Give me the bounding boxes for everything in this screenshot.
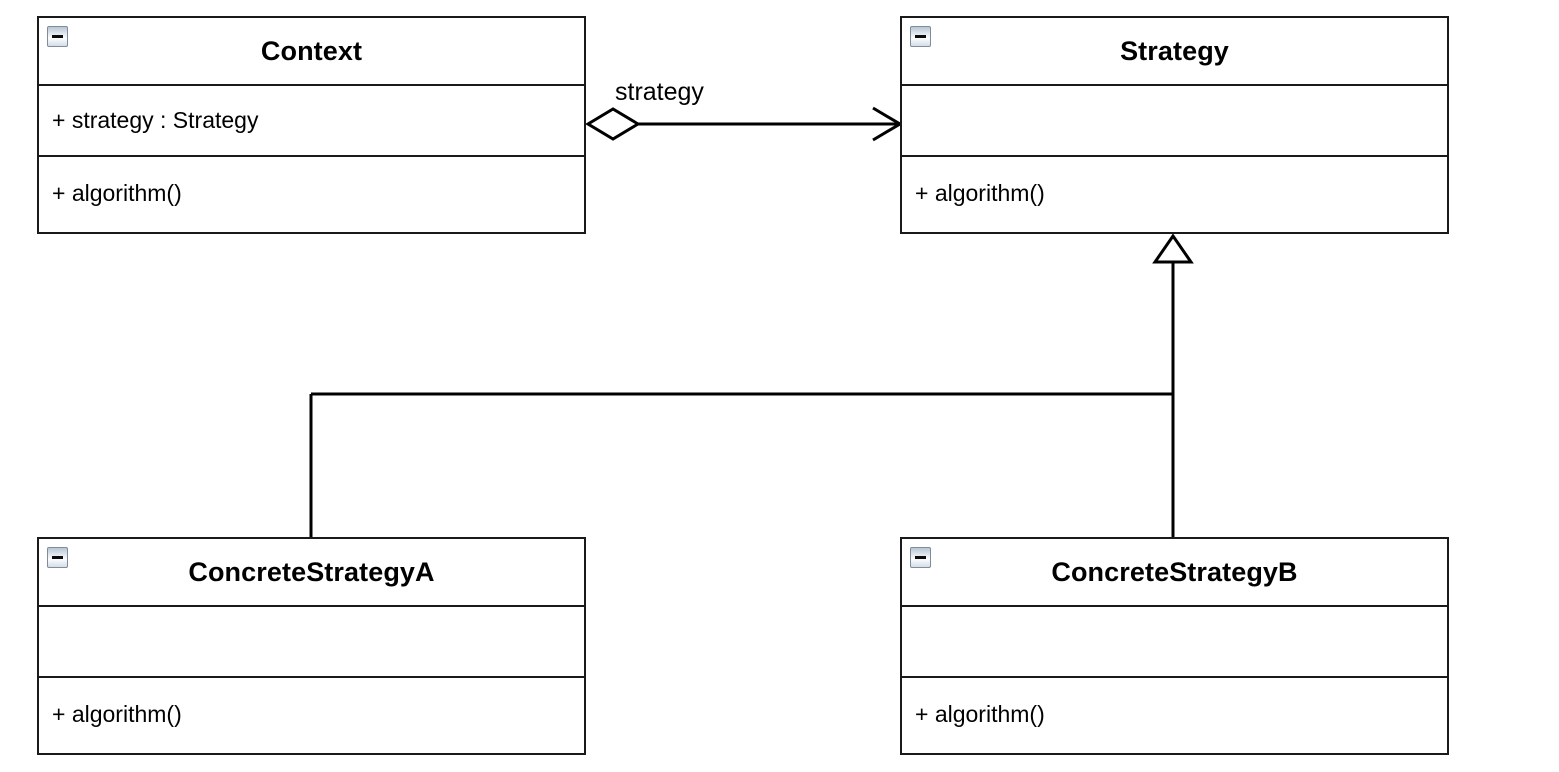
- uml-class-context[interactable]: Context + strategy : Strategy + algorith…: [37, 16, 586, 234]
- class-name: Strategy: [1120, 35, 1229, 66]
- class-name: ConcreteStrategyB: [1051, 556, 1298, 587]
- class-header-concrete-strategy-b: ConcreteStrategyB: [902, 539, 1447, 605]
- minus-glyph: [915, 556, 926, 559]
- class-attributes-context: + strategy : Strategy: [39, 84, 584, 155]
- class-operations-strategy: + algorithm(): [902, 155, 1447, 230]
- class-operations-concrete-strategy-a: + algorithm(): [39, 676, 584, 751]
- uml-diagram-canvas: strategy Context + strategy : Strategy +…: [0, 0, 1559, 772]
- minus-glyph: [52, 35, 63, 38]
- class-attributes-strategy: [902, 84, 1447, 155]
- minus-glyph: [52, 556, 63, 559]
- generalization-tree[interactable]: [309, 233, 1194, 538]
- collapse-icon[interactable]: [47, 547, 68, 568]
- class-attributes-concrete-strategy-a: [39, 605, 584, 676]
- uml-class-concrete-strategy-b[interactable]: ConcreteStrategyB + algorithm(): [900, 537, 1449, 755]
- uml-class-concrete-strategy-a[interactable]: ConcreteStrategyA + algorithm(): [37, 537, 586, 755]
- class-name: ConcreteStrategyA: [188, 556, 435, 587]
- class-operations-concrete-strategy-b: + algorithm(): [902, 676, 1447, 751]
- class-name: Context: [260, 35, 363, 66]
- class-operation: + algorithm(): [52, 180, 182, 206]
- minus-glyph: [915, 35, 926, 38]
- class-header-context: Context: [39, 18, 584, 84]
- class-header-concrete-strategy-a: ConcreteStrategyA: [39, 539, 584, 605]
- class-attribute: + strategy : Strategy: [52, 107, 259, 133]
- class-header-strategy: Strategy: [902, 18, 1447, 84]
- collapse-icon[interactable]: [910, 547, 931, 568]
- aggregation-context-strategy[interactable]: [585, 106, 903, 142]
- uml-class-strategy[interactable]: Strategy + algorithm(): [900, 16, 1449, 234]
- class-attributes-concrete-strategy-b: [902, 605, 1447, 676]
- class-operations-context: + algorithm(): [39, 155, 584, 230]
- collapse-icon[interactable]: [910, 26, 931, 47]
- collapse-icon[interactable]: [47, 26, 68, 47]
- hollow-triangle-icon: [1152, 233, 1194, 264]
- class-operation: + algorithm(): [915, 180, 1045, 206]
- hollow-diamond-icon: [585, 107, 641, 141]
- association-label-strategy: strategy: [615, 78, 704, 106]
- class-operation: + algorithm(): [915, 701, 1045, 727]
- open-arrow-icon: [872, 106, 903, 142]
- class-operation: + algorithm(): [52, 701, 182, 727]
